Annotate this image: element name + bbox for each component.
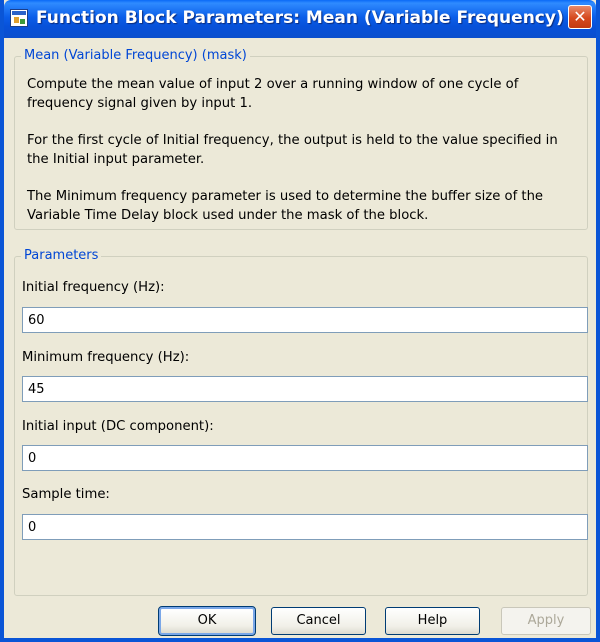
minimum-frequency-label: Minimum frequency (Hz): — [22, 350, 190, 365]
sample-time-input[interactable] — [22, 514, 588, 540]
help-button[interactable]: Help — [385, 607, 480, 635]
simulink-block-icon — [10, 9, 28, 27]
close-icon: ✕ — [573, 7, 587, 26]
minimum-frequency-input[interactable] — [22, 376, 588, 402]
initial-frequency-label: Initial frequency (Hz): — [22, 280, 165, 295]
dialog-window: Function Block Parameters: Mean (Variabl… — [0, 0, 600, 642]
sample-time-label: Sample time: — [22, 487, 110, 502]
description-paragraph-1: Compute the mean value of input 2 over a… — [27, 77, 519, 111]
cancel-button[interactable]: Cancel — [271, 607, 366, 635]
parameters-legend: Parameters — [21, 247, 102, 265]
initial-input-label: Initial input (DC component): — [22, 419, 214, 434]
description-legend: Mean (Variable Frequency) (mask) — [21, 47, 250, 65]
apply-button[interactable]: Apply — [501, 607, 591, 635]
title-bar[interactable]: Function Block Parameters: Mean (Variabl… — [4, 0, 596, 38]
description-paragraph-2: For the first cycle of Initial frequency… — [27, 133, 558, 167]
description-paragraph-3: The Minimum frequency parameter is used … — [27, 189, 544, 223]
initial-frequency-input[interactable] — [22, 307, 588, 333]
description-group: Mean (Variable Frequency) (mask) Compute… — [14, 47, 588, 230]
window-title: Function Block Parameters: Mean (Variabl… — [36, 8, 564, 28]
initial-input-field[interactable] — [22, 445, 588, 471]
close-button[interactable]: ✕ — [568, 5, 592, 29]
ok-button[interactable]: OK — [158, 606, 256, 636]
